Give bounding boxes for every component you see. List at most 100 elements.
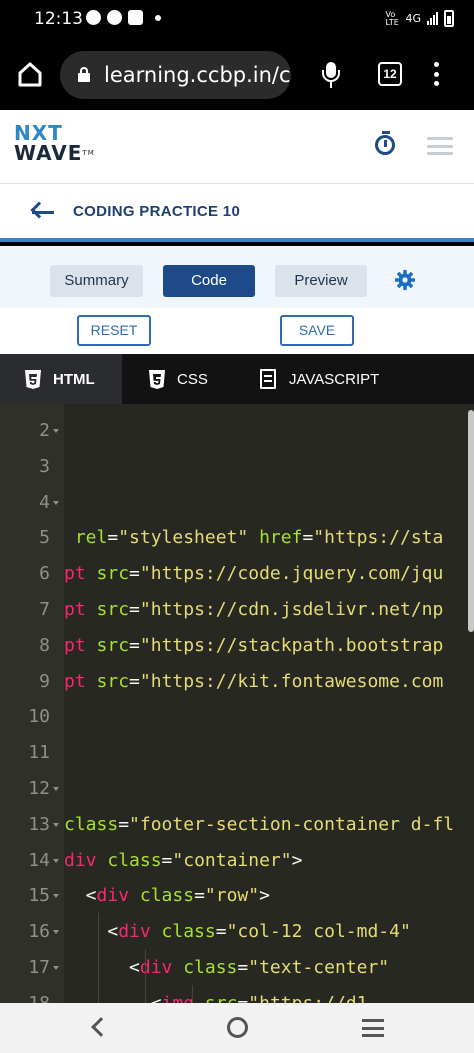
mic-icon[interactable] bbox=[322, 62, 340, 90]
tab-code[interactable]: Code bbox=[163, 265, 255, 297]
nav-recents-icon[interactable] bbox=[362, 1019, 384, 1037]
hamburger-menu-icon[interactable] bbox=[427, 137, 453, 155]
code-editor[interactable]: 2345 rel="stylesheet" href="https://sta 6… bbox=[0, 404, 474, 1003]
title-bar: CODING PRACTICE 10 bbox=[0, 184, 474, 242]
home-button[interactable] bbox=[16, 60, 44, 88]
code-line[interactable]: 13 class="footer-section-container d-fl bbox=[0, 807, 474, 843]
nav-back-icon[interactable] bbox=[91, 1017, 111, 1037]
reset-button[interactable]: RESET bbox=[77, 315, 151, 346]
code-line[interactable]: 15 <div class="row"> bbox=[0, 878, 474, 914]
code-line[interactable]: 11 bbox=[0, 735, 474, 771]
code-line[interactable]: 17 <div class="text-center" bbox=[0, 950, 474, 986]
tab-css-label: CSS bbox=[177, 370, 208, 388]
code-text: pt src="https://kit.fontawesome.com bbox=[64, 670, 444, 692]
code-text: <div class="text-center" bbox=[64, 957, 390, 978]
html5-icon bbox=[24, 369, 42, 390]
editor-tabs: HTML CSS JAVASCRIPT bbox=[0, 354, 474, 404]
fold-arrow-icon[interactable] bbox=[53, 894, 59, 899]
line-number: 7 bbox=[39, 599, 50, 620]
tab-javascript[interactable]: JAVASCRIPT bbox=[260, 354, 379, 404]
code-line[interactable]: 12 bbox=[0, 771, 474, 807]
css3-icon bbox=[148, 369, 166, 390]
tab-html[interactable]: HTML bbox=[0, 354, 122, 404]
save-button[interactable]: SAVE bbox=[280, 315, 354, 346]
line-number: 8 bbox=[39, 634, 50, 656]
fold-arrow-icon[interactable] bbox=[53, 787, 59, 791]
mail-icon bbox=[128, 10, 143, 25]
notification-icons bbox=[86, 10, 161, 25]
app-header: NXT WAVETM bbox=[0, 110, 474, 184]
system-nav-bar bbox=[0, 1003, 474, 1053]
fold-arrow-icon[interactable] bbox=[53, 822, 59, 827]
code-text: <div class="col-12 col-md-4" bbox=[64, 921, 411, 943]
status-right: Vo LTE 4G bbox=[385, 10, 454, 27]
browser-menu-icon[interactable] bbox=[434, 62, 440, 86]
code-line[interactable]: 18 <img src="https://d1 bbox=[0, 986, 474, 1003]
code-line[interactable]: 2 bbox=[0, 413, 474, 449]
fold-arrow-icon[interactable] bbox=[53, 858, 59, 863]
js-file-icon bbox=[260, 369, 276, 389]
gear-icon[interactable] bbox=[395, 270, 415, 290]
fold-arrow-icon[interactable] bbox=[53, 966, 59, 970]
line-number: 6 bbox=[39, 563, 50, 585]
page-title: CODING PRACTICE 10 bbox=[73, 203, 241, 220]
logo-line1: NXT bbox=[14, 121, 63, 145]
whatsapp-icon bbox=[86, 10, 101, 25]
status-bar: 12:13 Vo LTE 4G bbox=[0, 0, 474, 38]
code-line[interactable]: 14 div class="container"> bbox=[0, 843, 474, 879]
line-number: 3 bbox=[39, 455, 50, 477]
fold-arrow-icon[interactable] bbox=[53, 500, 59, 505]
code-line[interactable]: 9 pt src="https://kit.fontawesome.com bbox=[0, 664, 474, 700]
indent-guide bbox=[145, 949, 146, 1003]
line-number: 9 bbox=[39, 670, 50, 692]
code-text: <div class="row"> bbox=[64, 885, 270, 907]
tab-javascript-label: JAVASCRIPT bbox=[289, 370, 380, 388]
compass-icon bbox=[107, 10, 122, 25]
code-line[interactable]: 6 pt src="https://code.jquery.com/jqu bbox=[0, 556, 474, 592]
code-line[interactable]: 3 bbox=[0, 449, 474, 485]
line-number: 14 bbox=[28, 849, 50, 871]
code-text: rel="stylesheet" href="https://sta bbox=[64, 527, 444, 549]
signal-icon bbox=[427, 12, 438, 25]
code-line[interactable]: 5 rel="stylesheet" href="https://sta bbox=[0, 520, 474, 556]
line-number: 16 bbox=[28, 921, 50, 943]
tab-preview[interactable]: Preview bbox=[275, 265, 367, 297]
nav-home-icon[interactable] bbox=[227, 1017, 248, 1038]
tab-css[interactable]: CSS bbox=[148, 354, 208, 404]
code-line[interactable]: 16 <div class="col-12 col-md-4" bbox=[0, 914, 474, 950]
line-number: 12 bbox=[28, 778, 50, 799]
line-number: 5 bbox=[39, 527, 50, 549]
view-tabs: Summary Code Preview bbox=[0, 246, 474, 308]
code-line[interactable]: 7 pt src="https://cdn.jsdelivr.net/np bbox=[0, 592, 474, 628]
browser-toolbar: learning.ccbp.in/c 12 bbox=[0, 38, 474, 110]
code-text: <img src="https://d1 bbox=[64, 986, 368, 1003]
code-text: class="footer-section-container d-fl bbox=[64, 813, 455, 835]
network-label: 4G bbox=[405, 12, 421, 25]
editor-scrollbar[interactable] bbox=[468, 410, 474, 632]
lock-icon bbox=[78, 67, 90, 82]
line-number: 2 bbox=[39, 420, 50, 441]
code-line[interactable]: 4 bbox=[0, 485, 474, 521]
tab-summary[interactable]: Summary bbox=[50, 265, 143, 297]
code-text: pt src="https://cdn.jsdelivr.net/np bbox=[64, 599, 444, 620]
code-line[interactable]: 10 bbox=[0, 699, 474, 735]
logo-line2: WAVETM bbox=[14, 141, 95, 165]
nxtwave-logo[interactable]: NXT WAVETM bbox=[14, 123, 95, 163]
line-number: 4 bbox=[39, 491, 50, 513]
line-number: 13 bbox=[28, 813, 50, 835]
code-text: pt src="https://stackpath.bootstrap bbox=[64, 634, 444, 656]
action-row: RESET SAVE bbox=[0, 308, 474, 354]
back-arrow-icon[interactable] bbox=[30, 201, 54, 222]
timer-icon[interactable] bbox=[375, 131, 397, 155]
volte-label: Vo LTE bbox=[385, 9, 399, 27]
line-number: 17 bbox=[28, 957, 50, 978]
home-icon bbox=[18, 62, 42, 87]
tab-switcher-button[interactable]: 12 bbox=[378, 62, 402, 86]
url-bar[interactable]: learning.ccbp.in/c bbox=[60, 51, 291, 99]
code-line[interactable]: 8 pt src="https://stackpath.bootstrap bbox=[0, 628, 474, 664]
line-number: 11 bbox=[28, 742, 50, 764]
fold-arrow-icon[interactable] bbox=[53, 429, 59, 433]
fold-arrow-icon[interactable] bbox=[53, 930, 59, 935]
line-number: 18 bbox=[0, 986, 50, 1003]
url-text: learning.ccbp.in/c bbox=[104, 63, 291, 87]
